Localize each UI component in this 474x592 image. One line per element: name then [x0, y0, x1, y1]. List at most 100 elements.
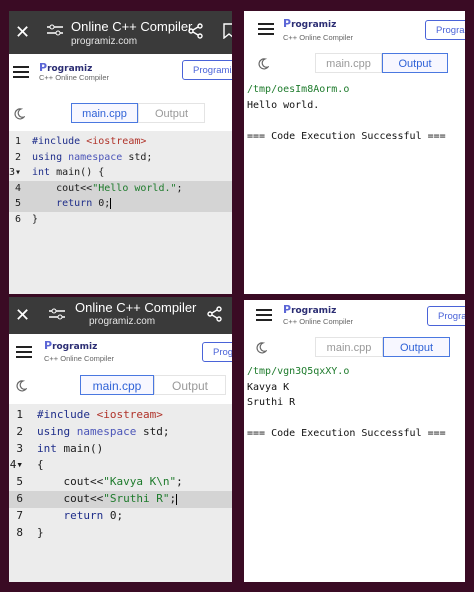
- output-path: /tmp/vgn3Q5qxXY.o: [247, 366, 350, 377]
- moon-icon[interactable]: [15, 380, 27, 392]
- output-line: Hello world.: [247, 99, 320, 111]
- close-icon[interactable]: ✕: [15, 306, 30, 324]
- tab-output[interactable]: Output: [138, 103, 205, 123]
- close-icon[interactable]: ✕: [15, 23, 30, 41]
- tab-bar: main.cpp Output: [9, 367, 232, 405]
- site-header: Programiz C++ Online Compiler Prog: [9, 334, 232, 368]
- share-icon[interactable]: [207, 306, 223, 322]
- moon-icon[interactable]: [257, 58, 269, 70]
- output-line: Kavya K: [247, 381, 290, 393]
- programiz-button[interactable]: Programiz: [182, 60, 232, 80]
- code-line[interactable]: 7 return 0;: [9, 508, 232, 525]
- tab-main-cpp[interactable]: main.cpp: [315, 53, 382, 73]
- line-number: 2: [16, 424, 23, 438]
- panel-bottom-right-output: Programiz C++ Online Compiler Programiz …: [244, 300, 465, 582]
- code-line[interactable]: 5 cout<<"Kavya K\n";: [9, 474, 232, 491]
- code-line[interactable]: 8}: [9, 525, 232, 542]
- code-line[interactable]: 1 #include <iostream>: [9, 134, 232, 150]
- programiz-logo[interactable]: Programiz: [44, 339, 97, 352]
- bookmark-icon[interactable]: [222, 23, 232, 39]
- site-header: Programiz C++ Online Compiler Programiz: [244, 11, 465, 49]
- code-line[interactable]: 6}: [9, 212, 232, 228]
- code-line[interactable]: 5 return 0;: [9, 196, 232, 212]
- output-console: /tmp/vgn3Q5qxXY.o Kavya K Sruthi R === Code…: [244, 364, 465, 582]
- line-number: 4▾: [9, 458, 23, 472]
- panel-bottom-left-editor: ✕ Online C++ Compiler programiz.com Prog…: [9, 297, 232, 582]
- browser-toolbar: ✕ Online C++ Compiler programiz.com: [9, 297, 232, 334]
- menu-icon[interactable]: [256, 309, 272, 321]
- text-caret: [176, 493, 178, 505]
- code-editor[interactable]: 1 #include <iostream> 2 using namespace std…: [9, 404, 232, 582]
- programiz-logo[interactable]: Programiz: [283, 17, 336, 30]
- output-path: /tmp/oesIm8Aorm.o: [247, 84, 350, 95]
- moon-icon[interactable]: [255, 342, 267, 354]
- line-number: 6: [16, 492, 23, 505]
- line-number: 3▾: [9, 167, 22, 178]
- code-text: int main() {: [32, 167, 105, 178]
- tab-output[interactable]: Output: [383, 337, 450, 357]
- code-line[interactable]: 3▾ int main() {: [9, 165, 232, 181]
- panel-top-right-output: Programiz C++ Online Compiler Programiz …: [244, 11, 465, 294]
- output-console: /tmp/oesIm8Aorm.o Hello world. === Code Ex…: [244, 82, 465, 294]
- line-number: 4: [14, 182, 21, 194]
- tab-output[interactable]: Output: [154, 375, 226, 395]
- code-line[interactable]: 2 using namespace std;: [9, 424, 232, 441]
- output-line: === Code Execution Successful ===: [247, 428, 446, 439]
- code-text: cout<<"Sruthi R";: [37, 492, 178, 505]
- text-caret: [110, 197, 112, 209]
- code-line[interactable]: 1 #include <iostream>: [9, 407, 232, 424]
- tune-icon[interactable]: [49, 307, 65, 321]
- browser-url[interactable]: programiz.com: [89, 316, 155, 327]
- line-number: 3: [16, 441, 23, 455]
- line-number: 1: [14, 136, 21, 147]
- browser-toolbar: ✕ Online C++ Compiler programiz.com: [9, 11, 232, 54]
- code-text: cout<<"Hello world.";: [32, 182, 183, 194]
- programiz-button[interactable]: Programiz: [425, 20, 465, 40]
- tab-main-cpp[interactable]: main.cpp: [315, 337, 383, 357]
- line-number: 2: [14, 151, 21, 163]
- tab-main-cpp[interactable]: main.cpp: [80, 375, 154, 395]
- code-text: int main(): [37, 441, 104, 455]
- line-number: 7: [16, 508, 23, 522]
- tune-icon[interactable]: [47, 23, 63, 37]
- menu-icon[interactable]: [258, 23, 274, 35]
- tab-bar: main.cpp Output: [9, 100, 232, 132]
- output-line: Sruthi R: [247, 397, 296, 408]
- code-text: cout<<"Kavya K\n";: [37, 475, 183, 489]
- code-text: #include <iostream>: [32, 136, 147, 147]
- site-subtitle: C++ Online Compiler: [39, 73, 110, 82]
- menu-icon[interactable]: [16, 346, 32, 358]
- line-number: 8: [16, 525, 23, 539]
- tab-output[interactable]: Output: [382, 53, 448, 73]
- share-icon[interactable]: [188, 23, 204, 39]
- browser-title: Online C++ Compiler: [75, 300, 197, 315]
- site-subtitle: C++ Online Compiler: [44, 354, 115, 363]
- site-subtitle: C++ Online Compiler: [283, 317, 354, 326]
- programiz-button[interactable]: Prog: [202, 342, 232, 362]
- tab-main-cpp[interactable]: main.cpp: [71, 103, 138, 123]
- browser-title: Online C++ Compiler: [71, 19, 193, 34]
- programiz-logo[interactable]: Programiz: [283, 303, 336, 316]
- line-number: 5: [14, 198, 21, 209]
- browser-url[interactable]: programiz.com: [71, 36, 137, 47]
- code-text: return 0;: [56, 197, 112, 209]
- code-line[interactable]: 4 cout<<"Hello world.";: [9, 180, 232, 196]
- code-editor[interactable]: 1 #include <iostream> 2 using namespace std…: [9, 131, 232, 294]
- panel-top-left-editor: ✕ Online C++ Compiler programiz.com Prog…: [9, 11, 232, 294]
- line-number: 1: [16, 408, 23, 421]
- code-line[interactable]: 3 int main(): [9, 441, 232, 458]
- code-line[interactable]: 4▾ {: [9, 457, 232, 474]
- code-text: using namespace std;: [32, 151, 153, 163]
- tab-bar: main.cpp Output: [244, 48, 465, 83]
- programiz-button[interactable]: Programiz: [427, 306, 465, 326]
- menu-icon[interactable]: [13, 66, 29, 78]
- code-text: using namespace std;: [37, 424, 170, 438]
- code-line[interactable]: 6 cout<<"Sruthi R";: [9, 491, 232, 508]
- moon-icon[interactable]: [13, 108, 25, 120]
- line-number: 6: [14, 213, 21, 225]
- site-header: Programiz C++ Online Compiler Programiz: [244, 300, 465, 330]
- code-text: }: [32, 213, 39, 225]
- site-header: Programiz C++ Online Compiler Programiz: [9, 54, 232, 101]
- code-text: }: [37, 525, 44, 539]
- code-line[interactable]: 2 using namespace std;: [9, 150, 232, 166]
